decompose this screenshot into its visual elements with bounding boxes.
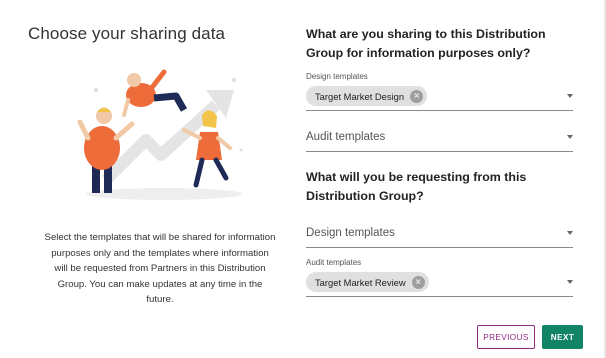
select-box[interactable]: Design templates xyxy=(306,220,573,248)
field-label: Design templates xyxy=(306,72,368,81)
close-circle-icon[interactable]: × xyxy=(410,89,424,103)
sharing-audit-templates-select[interactable]: Audit templates xyxy=(306,124,573,152)
previous-button[interactable]: PREVIOUS xyxy=(477,325,535,349)
select-placeholder: Design templates xyxy=(306,227,395,239)
sharing-design-templates-select[interactable]: Design templates Target Market Design × xyxy=(306,72,573,111)
field-label: Audit templates xyxy=(306,258,362,267)
sharing-heading: What are you sharing to this Distributio… xyxy=(306,27,546,60)
page-description: Select the templates that will be shared… xyxy=(44,232,276,305)
select-placeholder: Audit templates xyxy=(306,131,386,143)
team-celebration-illustration xyxy=(77,69,243,200)
info-panel: Choose your sharing data Select the temp… xyxy=(0,0,300,358)
caret-down-icon[interactable] xyxy=(567,280,573,284)
select-box[interactable]: Audit templates xyxy=(306,124,573,152)
next-button[interactable]: NEXT xyxy=(542,325,583,349)
page-title: Choose your sharing data xyxy=(28,24,226,43)
caret-down-icon[interactable] xyxy=(567,135,573,139)
chip-target-market-review: Target Market Review × xyxy=(306,272,429,292)
caret-down-icon[interactable] xyxy=(567,231,573,235)
requesting-heading: What will you be requesting from this Di… xyxy=(306,170,527,203)
requesting-audit-templates-select[interactable]: Audit templates Target Market Review × xyxy=(306,258,573,297)
form-panel: What are you sharing to this Distributio… xyxy=(306,0,586,358)
select-box[interactable]: Target Market Design × xyxy=(306,83,573,111)
caret-down-icon[interactable] xyxy=(567,94,573,98)
requesting-design-templates-select[interactable]: Design templates xyxy=(306,220,573,248)
close-circle-icon[interactable]: × xyxy=(411,275,425,289)
chip-label: Target Market Design xyxy=(315,90,405,102)
chip-label: Target Market Review xyxy=(315,276,406,288)
chip-target-market-design: Target Market Design × xyxy=(306,86,428,106)
select-box[interactable]: Target Market Review × xyxy=(306,269,573,297)
